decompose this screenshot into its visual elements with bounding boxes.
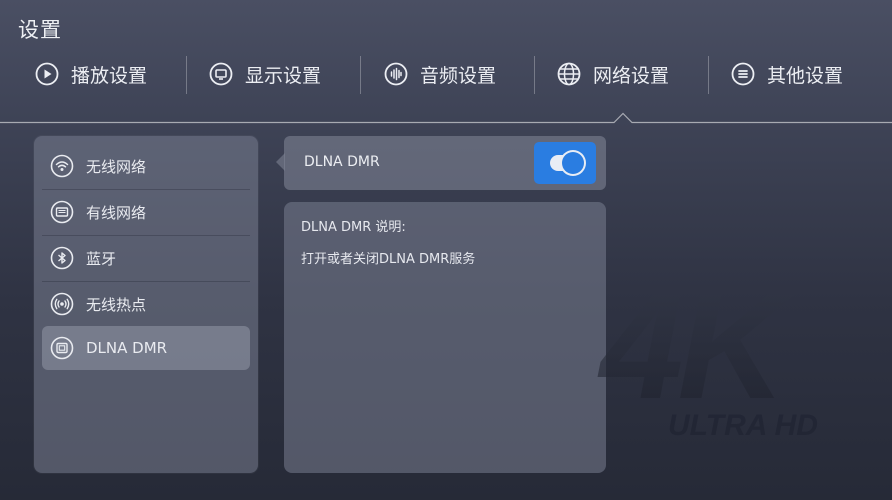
tab-label: 音频设置 [420,64,497,87]
hotspot-icon [50,292,74,316]
dlna-dmr-setting-row: DLNA DMR [284,136,606,190]
submenu-item-wireless-network[interactable]: 无线网络 [42,144,250,188]
description-panel: DLNA DMR 说明: 打开或者关闭DLNA DMR服务 [284,202,606,473]
dlna-dmr-toggle[interactable] [534,142,596,184]
tab-separator [186,56,187,94]
submenu-item-label: 有线网络 [86,203,147,222]
4k-ultra-hd-watermark: 4K ULTRA HD [560,280,880,450]
description-text: 打开或者关闭DLNA DMR服务 [301,252,476,267]
submenu-item-label: 无线网络 [86,157,147,176]
tab-label: 显示设置 [245,64,322,87]
menu-icon [731,62,755,86]
toggle-switch-track [550,152,584,174]
audio-icon [384,62,408,86]
tab-playback-settings[interactable]: 播放设置 [35,52,147,96]
tab-display-settings[interactable]: 显示设置 [209,52,321,96]
watermark-4k-text: 4K [597,280,795,430]
tab-separator [708,56,709,94]
bluetooth-icon [50,246,74,270]
toggle-switch-knob [562,152,584,174]
globe-icon [557,62,581,86]
submenu-item-label: DLNA DMR [86,339,168,357]
tab-network-settings[interactable]: 网络设置 [557,52,669,96]
submenu-item-dlna-dmr[interactable]: DLNA DMR [42,326,250,370]
submenu-item-bluetooth[interactable]: 蓝牙 [42,236,250,280]
submenu-item-wired-network[interactable]: 有线网络 [42,190,250,234]
description-title: DLNA DMR 说明: [301,220,406,235]
submenu-item-label: 蓝牙 [86,249,117,268]
play-icon [35,62,59,86]
setting-label: DLNA DMR [304,154,380,170]
watermark-ultra-hd-text: ULTRA HD [668,409,818,442]
tab-label: 播放设置 [71,64,148,87]
wifi-icon [50,154,74,178]
tab-label: 网络设置 [593,64,670,87]
submenu-item-wireless-hotspot[interactable]: 无线热点 [42,282,250,326]
tab-audio-settings[interactable]: 音频设置 [384,52,496,96]
display-icon [209,62,233,86]
tab-other-settings[interactable]: 其他设置 [731,52,843,96]
tab-separator [534,56,535,94]
tab-separator [360,56,361,94]
page-title: 设置 [18,18,62,42]
submenu-item-label: 无线热点 [86,295,147,314]
ethernet-icon [50,200,74,224]
network-submenu-panel: 无线网络 有线网络 蓝牙 无线热点 DLNA DMR [34,136,258,473]
tab-label: 其他设置 [767,64,844,87]
settings-tab-bar: 播放设置 显示设置 音频设置 网络设置 其他设置 [0,52,892,96]
dlna-icon [50,336,74,360]
